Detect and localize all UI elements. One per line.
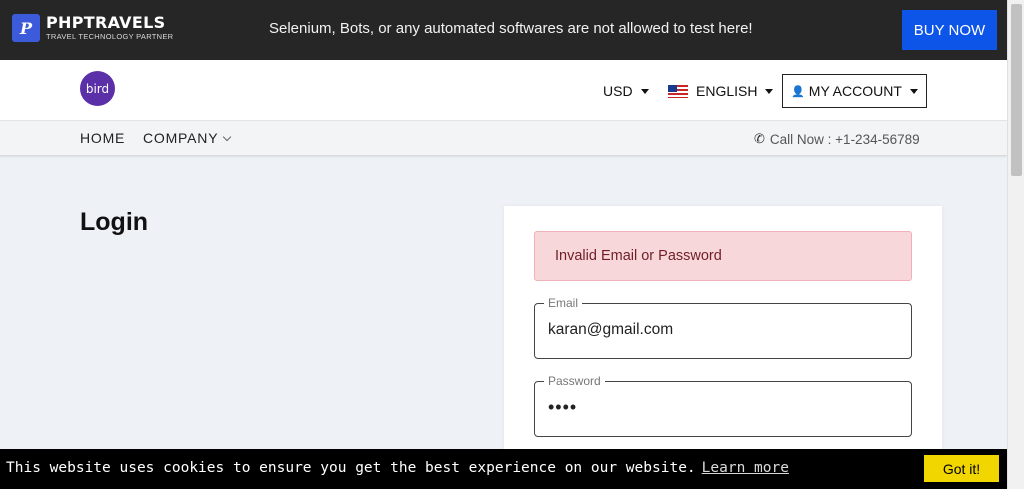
error-alert: Invalid Email or Password xyxy=(534,231,912,281)
us-flag-icon xyxy=(668,84,688,98)
caret-down-icon xyxy=(909,88,918,94)
login-card: Invalid Email or Password Email Password xyxy=(504,206,942,489)
email-label: Email xyxy=(544,296,583,310)
cookie-accept-button[interactable]: Got it! xyxy=(924,455,999,482)
my-account-dropdown[interactable]: 👤 MY ACCOUNT xyxy=(782,74,927,108)
call-now-text: Call Now : +1-234-56789 xyxy=(769,131,920,147)
phone-icon: ✆ xyxy=(754,131,765,146)
brand-name: PHPTRAVELS xyxy=(46,13,166,33)
top-banner: P PHPTRAVELS TRAVEL TECHNOLOGY PARTNER S… xyxy=(0,0,1007,60)
cookie-banner: This website uses cookies to ensure you … xyxy=(0,449,1007,489)
bot-notice: Selenium, Bots, or any automated softwar… xyxy=(269,20,753,37)
site-logo[interactable]: bird xyxy=(80,71,115,106)
language-label: ENGLISH xyxy=(696,83,758,99)
password-input[interactable] xyxy=(548,397,898,418)
chevron-down-icon xyxy=(223,132,232,141)
currency-label: USD xyxy=(603,83,633,99)
menu-item-home[interactable]: HOME xyxy=(80,130,125,146)
scrollbar-thumb[interactable] xyxy=(1011,4,1022,176)
buy-now-button[interactable]: BUY NOW xyxy=(902,10,997,50)
brand-tagline: TRAVEL TECHNOLOGY PARTNER xyxy=(46,32,174,42)
language-dropdown[interactable]: ENGLISH xyxy=(668,83,774,99)
menu-item-company[interactable]: COMPANY xyxy=(143,130,232,146)
page-title: Login xyxy=(80,208,149,236)
main-navbar: bird USD ENGLISH 👤 MY ACCOUNT xyxy=(0,60,1007,120)
email-input[interactable] xyxy=(548,321,898,339)
call-now[interactable]: ✆ Call Now : +1-234-56789 xyxy=(754,131,920,147)
learn-more-link[interactable]: Learn more xyxy=(702,460,789,476)
password-label: Password xyxy=(544,374,605,388)
caret-down-icon xyxy=(640,88,649,94)
cookie-message: This website uses cookies to ensure you … xyxy=(6,460,696,476)
menu-company-label: COMPANY xyxy=(143,130,219,146)
account-label: MY ACCOUNT xyxy=(808,83,902,99)
password-field: Password xyxy=(534,374,912,437)
caret-down-icon xyxy=(765,88,774,94)
menu-bar: HOME COMPANY ✆ Call Now : +1-234-56789 xyxy=(0,120,1007,156)
currency-dropdown[interactable]: USD xyxy=(603,83,649,99)
page-scrollbar[interactable] xyxy=(1007,0,1024,489)
email-field: Email xyxy=(534,296,912,359)
user-icon: 👤 xyxy=(791,85,805,98)
brand-mark-icon: P xyxy=(12,14,40,42)
brand-logo[interactable]: P PHPTRAVELS TRAVEL TECHNOLOGY PARTNER xyxy=(12,14,173,42)
